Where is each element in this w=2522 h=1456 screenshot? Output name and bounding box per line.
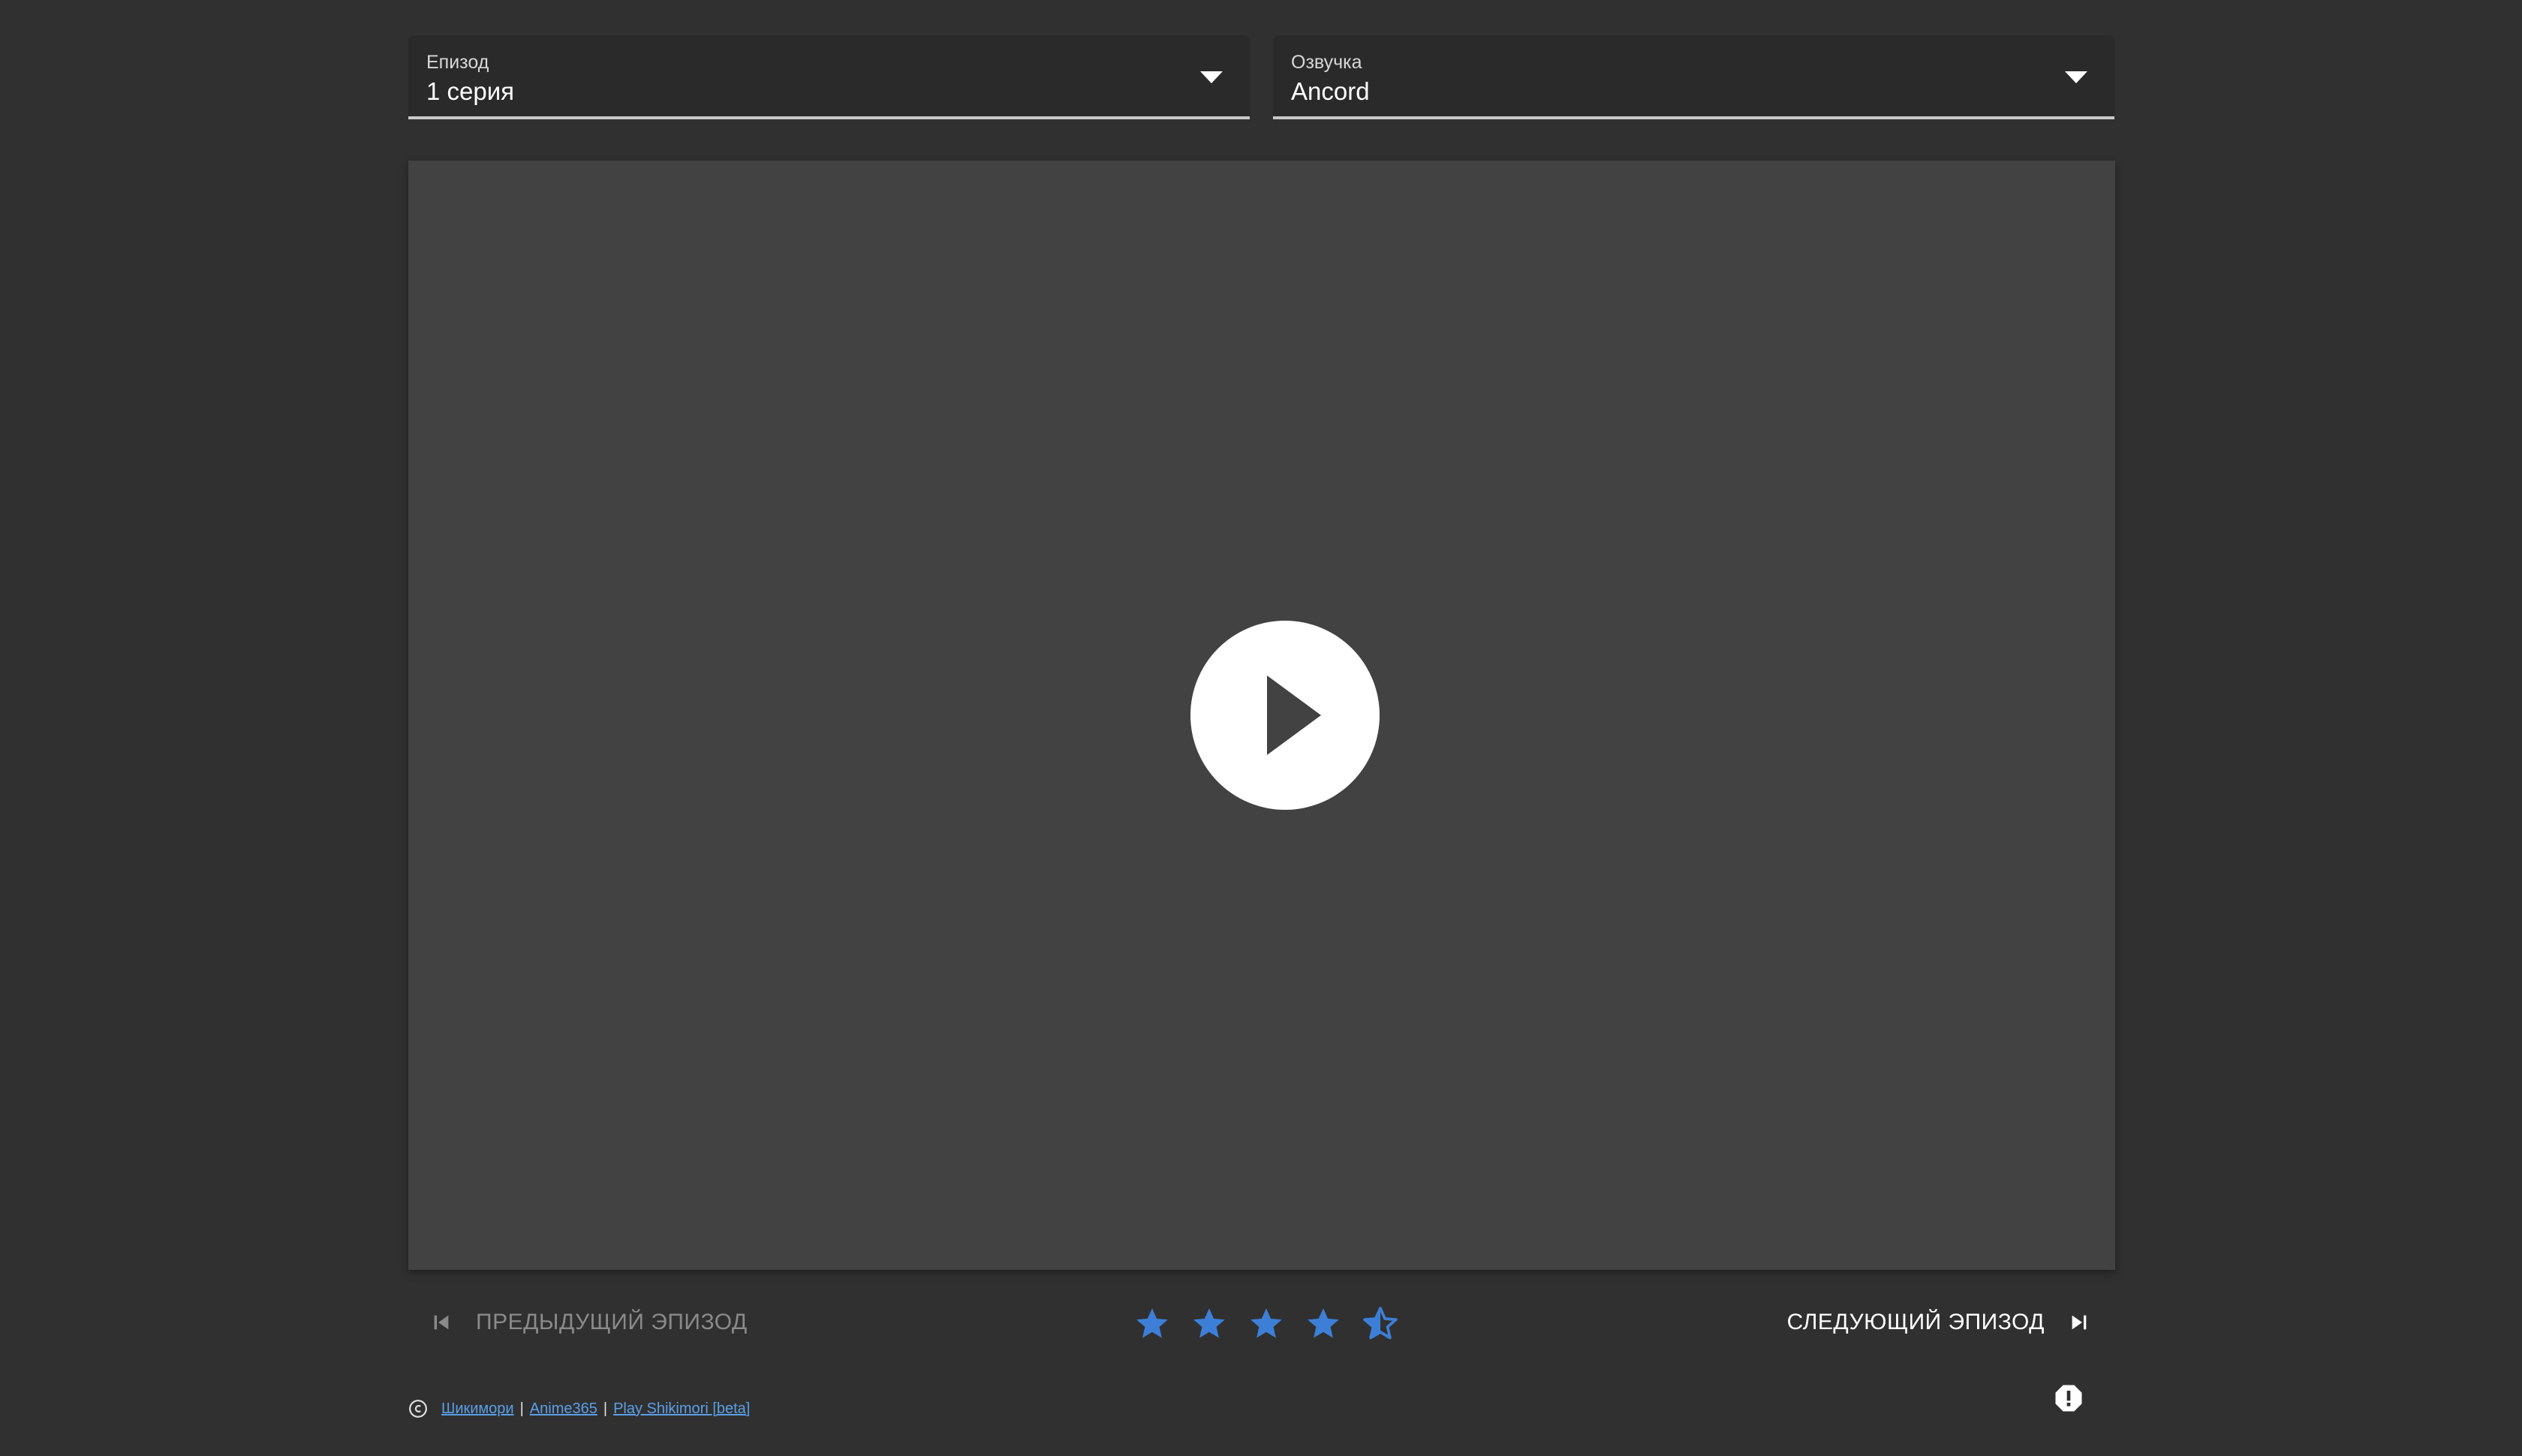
star-icon[interactable] [1305,1304,1342,1342]
star-icon[interactable] [1190,1304,1228,1342]
play-icon [1267,675,1321,755]
page: Епизод 1 серия Озвучка Ancord ПРЕДЫДУЩИЙ… [0,0,2522,1456]
footer-link-shikimori[interactable]: Шикимори [441,1400,514,1418]
voice-select[interactable]: Озвучка Ancord [1273,35,2114,119]
episode-select-value: 1 серия [426,77,515,105]
star-icon[interactable] [1247,1304,1285,1342]
episode-select-label: Епизод [426,52,489,73]
footer-link-play-shikimori[interactable]: Play Shikimori [beta] [613,1400,750,1418]
play-button[interactable] [1190,621,1380,810]
star-icon[interactable] [1133,1304,1171,1342]
skip-next-icon [2072,1315,2087,1330]
star-rating[interactable] [1133,1301,1399,1346]
dropdown-arrow-icon [1200,71,1223,83]
footer-separator: | [603,1400,608,1417]
skip-previous-icon [434,1315,449,1330]
video-player[interactable] [408,161,2115,1270]
next-episode-label: СЛЕДУЮЩИЙ ЭПИЗОД [1786,1310,2045,1334]
report-icon[interactable] [2054,1383,2084,1413]
dropdown-arrow-icon [2065,71,2087,83]
episode-select[interactable]: Епизод 1 серия [408,35,1250,119]
voice-select-label: Озвучка [1291,52,1362,73]
voice-select-value: Ancord [1291,77,1370,105]
footer-link-anime365[interactable]: Anime365 [530,1400,597,1418]
footer-separator: | [519,1400,524,1417]
star-half-icon[interactable] [1362,1304,1399,1342]
previous-episode-button[interactable]: ПРЕДЫДУЩИЙ ЭПИЗОД [429,1298,748,1346]
previous-episode-label: ПРЕДЫДУЩИЙ ЭПИЗОД [476,1310,748,1334]
copyright-icon [409,1400,427,1418]
footer: Шикимори | Anime365 | Play Shikimori [be… [408,1397,750,1420]
next-episode-button[interactable]: СЛЕДУЮЩИЙ ЭПИЗОД [1787,1298,2091,1346]
